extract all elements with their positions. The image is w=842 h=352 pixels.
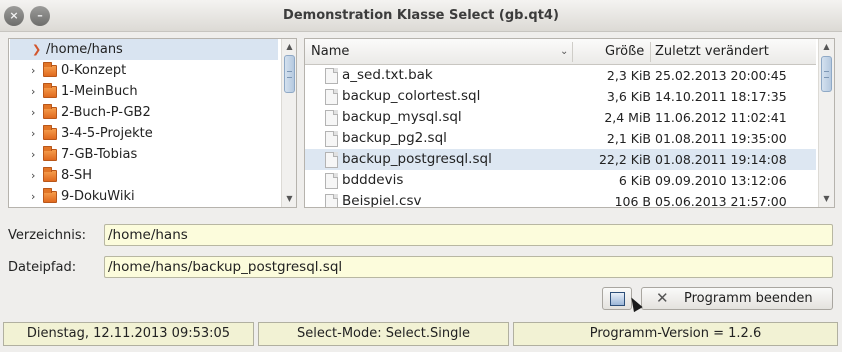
table-row[interactable]: backup_colortest.sql 3,6 KiB 14.10.2011 … [305, 86, 816, 107]
file-list[interactable]: Name ⌄ Größe Zuletzt verändert a_sed.txt… [304, 38, 835, 208]
tree-item-root[interactable]: ❯ /home/hans [10, 39, 278, 60]
file-size: 2,3 KiB [606, 68, 651, 83]
filepath-field[interactable]: /home/hans/backup_postgresql.sql [104, 256, 833, 278]
window-title: Demonstration Klasse Select (gb.qt4) [283, 8, 559, 23]
file-icon [325, 68, 338, 84]
scrollbar-thumb[interactable] [821, 56, 832, 92]
dialog-icon [610, 292, 625, 306]
file-modified: 01.08.2011 19:35:00 [655, 131, 787, 146]
title-bar: × – Demonstration Klasse Select (gb.qt4) [0, 0, 842, 32]
tree-item-label: 8-SH [61, 168, 92, 183]
chevron-right-icon[interactable]: › [31, 186, 41, 207]
table-row[interactable]: backup_pg2.sql 2,1 KiB 01.08.2011 19:35:… [305, 128, 816, 149]
file-size: 2,4 MiB [604, 110, 651, 125]
file-icon [325, 110, 338, 126]
file-icon [325, 131, 338, 147]
file-name: a_sed.txt.bak [342, 67, 433, 83]
table-row[interactable]: Beispiel.csv 106 B 05.06.2013 21:57:00 [305, 191, 816, 208]
column-header-name[interactable]: Name [311, 39, 349, 65]
folder-icon [43, 83, 57, 98]
folder-icon [43, 104, 57, 119]
folder-icon [43, 125, 57, 140]
file-icon [325, 173, 338, 189]
status-datetime: Dienstag, 12.11.2013 09:53:05 [3, 322, 254, 346]
file-name: backup_pg2.sql [342, 130, 447, 146]
column-divider[interactable] [572, 42, 573, 62]
tree-item-label: 3-4-5-Projekte [61, 126, 153, 141]
chevron-right-icon[interactable]: ❯ [32, 39, 42, 60]
file-modified: 05.06.2013 21:57:00 [655, 194, 787, 208]
tree-item-label: /home/hans [46, 42, 123, 57]
file-list-scrollbar[interactable]: ▲ ▼ [818, 39, 834, 207]
scroll-down-icon[interactable]: ▼ [819, 192, 834, 206]
chevron-down-icon[interactable]: ⌄ [560, 39, 568, 65]
file-modified: 09.09.2010 13:12:06 [655, 173, 787, 188]
table-row-selected[interactable]: backup_postgresql.sql 22,2 KiB 01.08.201… [305, 149, 816, 170]
scroll-up-icon[interactable]: ▲ [819, 40, 834, 54]
close-icon: ✕ [656, 289, 669, 307]
scrollbar-thumb[interactable] [284, 55, 295, 93]
file-icon [325, 89, 338, 105]
scroll-down-icon[interactable]: ▼ [282, 192, 296, 206]
folder-icon [43, 146, 57, 161]
folder-icon [43, 188, 57, 203]
chevron-right-icon[interactable]: › [31, 144, 41, 165]
file-icon [325, 152, 338, 168]
column-divider[interactable] [650, 42, 651, 62]
folder-icon [43, 62, 57, 77]
status-select-mode: Select-Mode: Select.Single [258, 322, 509, 346]
tree-item-label: 9-DokuWiki [61, 189, 135, 204]
scroll-up-icon[interactable]: ▲ [282, 40, 296, 54]
file-size: 6 KiB [618, 173, 651, 188]
chevron-right-icon[interactable]: › [31, 165, 41, 186]
filepath-label: Dateipfad: [8, 260, 77, 275]
file-name: bdddevis [342, 172, 404, 188]
file-size: 3,6 KiB [606, 89, 651, 104]
file-name: backup_colortest.sql [342, 88, 481, 104]
chevron-right-icon[interactable]: › [31, 60, 41, 81]
table-row[interactable]: a_sed.txt.bak 2,3 KiB 25.02.2013 20:00:4… [305, 65, 816, 86]
tree-item-label: 2-Buch-P-GB2 [61, 105, 151, 120]
file-modified: 14.10.2011 18:17:35 [655, 89, 787, 104]
directory-label: Verzeichnis: [8, 228, 87, 243]
tree-item-label: 1-MeinBuch [61, 84, 138, 99]
file-name: backup_mysql.sql [342, 109, 462, 125]
file-icon [325, 194, 338, 207]
file-modified: 01.08.2011 19:14:08 [655, 152, 787, 167]
tree-scrollbar[interactable]: ▲ ▼ [281, 39, 296, 207]
table-row[interactable]: bdddevis 6 KiB 09.09.2010 13:12:06 [305, 170, 816, 191]
file-list-header: Name ⌄ Größe Zuletzt verändert [305, 39, 816, 65]
status-version: Programm-Version = 1.2.6 [513, 322, 838, 346]
tree-item-label: 7-GB-Tobias [61, 147, 138, 162]
file-modified: 25.02.2013 20:00:45 [655, 68, 787, 83]
file-name: Beispiel.csv [342, 193, 422, 208]
file-size: 106 B [614, 194, 651, 208]
file-modified: 11.06.2012 11:02:41 [655, 110, 787, 125]
column-header-modified[interactable]: Zuletzt verändert [655, 39, 769, 65]
quit-button[interactable]: ✕ Programm beenden [641, 287, 833, 310]
directory-field[interactable]: /home/hans [104, 224, 833, 246]
directory-tree[interactable]: ❯ /home/hans › 0-Konzept › 1-MeinBuch › … [8, 38, 297, 208]
tree-item-label: 0-Konzept [61, 63, 127, 78]
file-name: backup_postgresql.sql [342, 151, 492, 167]
column-header-size[interactable]: Größe [605, 39, 644, 65]
table-row[interactable]: backup_mysql.sql 2,4 MiB 11.06.2012 11:0… [305, 107, 816, 128]
chevron-right-icon[interactable]: › [31, 123, 41, 144]
chevron-right-icon[interactable]: › [31, 81, 41, 102]
file-size: 2,1 KiB [606, 131, 651, 146]
chevron-right-icon[interactable]: › [31, 102, 41, 123]
file-size: 22,2 KiB [598, 152, 651, 167]
folder-icon [43, 167, 57, 182]
quit-button-label: Programm beenden [684, 291, 813, 306]
